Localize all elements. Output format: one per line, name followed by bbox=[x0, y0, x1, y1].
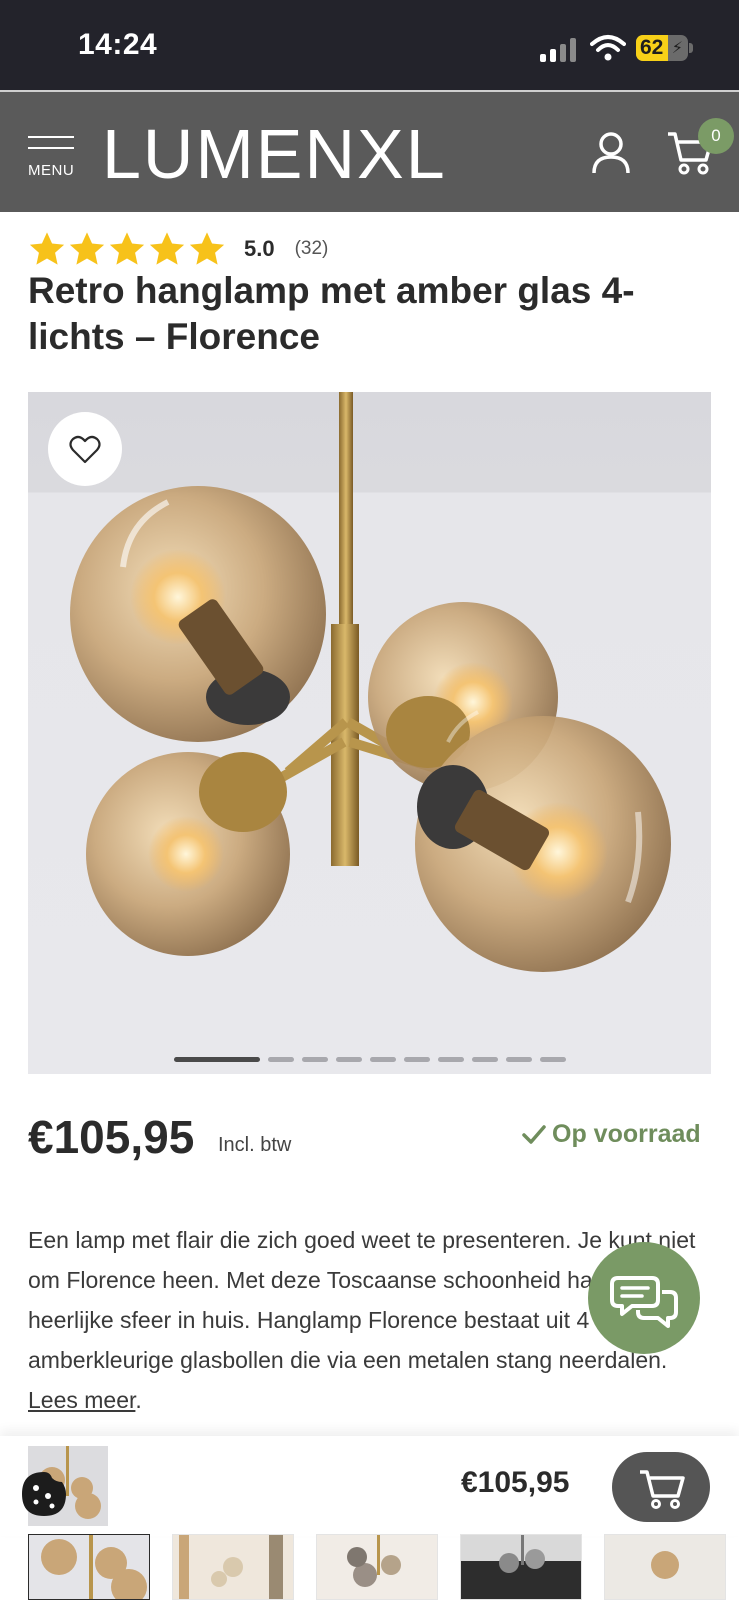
rating-count[interactable]: (32) bbox=[295, 238, 329, 260]
product-title: Retro hanglamp met amber glas 4-lichts –… bbox=[28, 270, 635, 357]
gallery-dot[interactable] bbox=[174, 1057, 260, 1062]
gallery-dot[interactable] bbox=[404, 1057, 430, 1062]
heart-icon bbox=[69, 435, 101, 464]
cart-icon bbox=[640, 1470, 685, 1509]
gallery-thumbnail[interactable] bbox=[172, 1534, 294, 1600]
gallery-dot[interactable] bbox=[506, 1057, 532, 1062]
gallery-dot[interactable] bbox=[370, 1057, 396, 1062]
battery-tip bbox=[689, 43, 693, 53]
sticky-price: €105,95 bbox=[461, 1466, 570, 1499]
star-icon bbox=[189, 232, 225, 265]
gallery-dot[interactable] bbox=[472, 1057, 498, 1062]
star-icon bbox=[29, 232, 65, 265]
add-to-cart-button[interactable] bbox=[612, 1452, 710, 1522]
gallery-thumbnails bbox=[28, 1534, 739, 1600]
gallery-thumbnail[interactable] bbox=[316, 1534, 438, 1600]
star-icon bbox=[69, 232, 105, 265]
check-icon bbox=[522, 1124, 546, 1144]
gallery-dot[interactable] bbox=[336, 1057, 362, 1062]
price-tax-note: Incl. btw bbox=[218, 1134, 292, 1156]
stock-status-label: Op voorraad bbox=[552, 1120, 701, 1148]
stock-status: Op voorraad bbox=[522, 1120, 701, 1149]
gallery-thumbnail[interactable] bbox=[460, 1534, 582, 1600]
product-image bbox=[70, 392, 671, 972]
product-rating[interactable]: 5.0 (32) bbox=[28, 228, 328, 270]
gallery-dot[interactable] bbox=[540, 1057, 566, 1062]
cart-count-badge[interactable]: 0 bbox=[698, 118, 734, 154]
site-header: MENU LUMENXL 0 bbox=[0, 90, 739, 212]
logo[interactable]: LUMENXL bbox=[102, 114, 447, 194]
star-icon bbox=[149, 232, 185, 265]
status-bar: 14:24 62 ⚡ bbox=[0, 0, 739, 90]
wifi-icon bbox=[590, 35, 626, 61]
cookie-icon[interactable] bbox=[20, 1470, 68, 1518]
user-icon[interactable] bbox=[591, 130, 631, 174]
favorite-button[interactable] bbox=[48, 412, 122, 486]
gallery-dot[interactable] bbox=[302, 1057, 328, 1062]
status-time: 14:24 bbox=[78, 28, 158, 61]
signal-icon bbox=[540, 38, 578, 62]
chat-button[interactable] bbox=[588, 1242, 700, 1354]
rating-value: 5.0 bbox=[244, 236, 275, 261]
rating-stars bbox=[28, 230, 226, 268]
gallery-dot[interactable] bbox=[268, 1057, 294, 1062]
gallery-pagination[interactable] bbox=[174, 1057, 566, 1063]
battery-level: 62 bbox=[640, 36, 664, 59]
gallery-thumbnail[interactable] bbox=[604, 1534, 726, 1600]
chat-icon bbox=[610, 1276, 678, 1328]
gallery-dot[interactable] bbox=[438, 1057, 464, 1062]
sticky-cart-bar: €105,95 bbox=[0, 1436, 739, 1536]
gallery-thumbnail[interactable] bbox=[28, 1534, 150, 1600]
read-more-link[interactable]: Lees meer bbox=[28, 1387, 135, 1413]
star-icon bbox=[109, 232, 145, 265]
product-image-gallery[interactable] bbox=[28, 392, 711, 1074]
product-price: €105,95 bbox=[28, 1111, 195, 1163]
menu-button[interactable]: MENU bbox=[28, 136, 76, 179]
charging-icon: ⚡ bbox=[671, 38, 683, 57]
menu-label: MENU bbox=[28, 162, 75, 179]
battery-indicator: 62 ⚡ bbox=[636, 35, 688, 61]
